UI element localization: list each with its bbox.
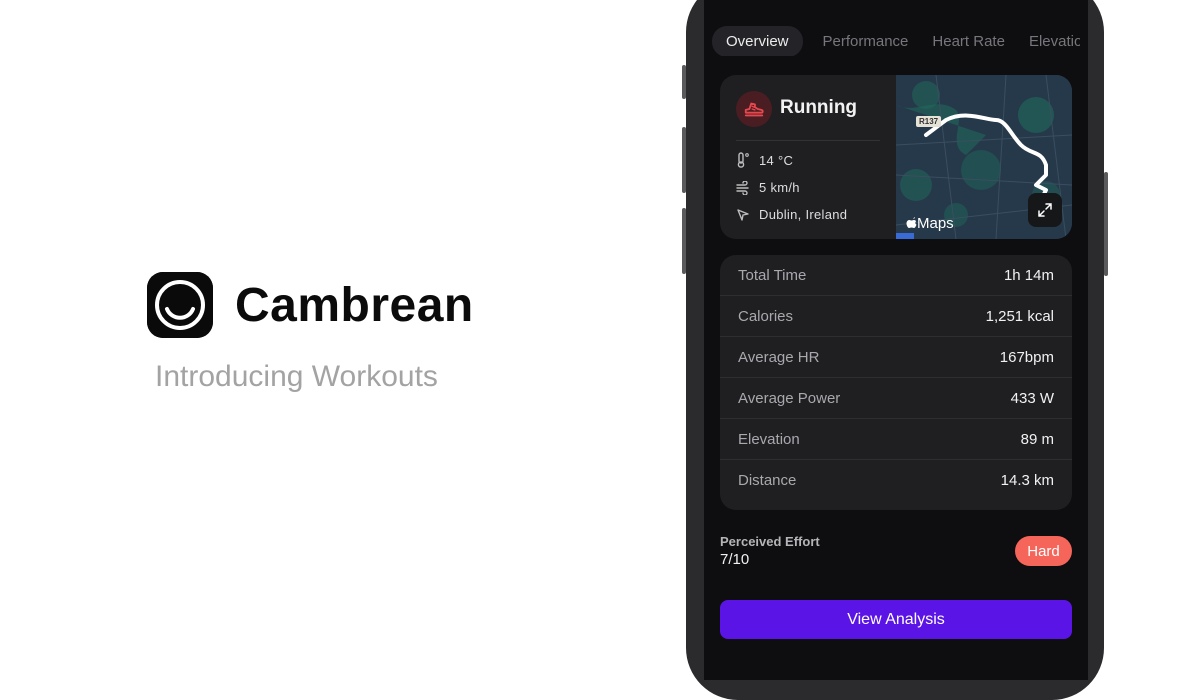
- map-road-sign: R137: [916, 116, 942, 127]
- location-arrow-icon: [737, 208, 749, 221]
- phone-volume-down-button: [682, 208, 686, 274]
- stat-label: Elevation: [738, 430, 800, 448]
- view-analysis-button[interactable]: View Analysis: [720, 600, 1072, 639]
- stat-value: 167bpm: [999, 348, 1054, 366]
- phone-volume-up-button: [682, 127, 686, 193]
- wind-row: 5 km/h: [736, 180, 800, 195]
- maps-label: Maps: [917, 215, 954, 232]
- expand-icon: [1038, 203, 1052, 217]
- stat-value: 1,251 kcal: [985, 307, 1054, 325]
- stat-row-average-power: Average Power 433 W: [720, 378, 1072, 419]
- stat-label: Average HR: [738, 348, 820, 366]
- thermometer-icon: [737, 152, 749, 168]
- stat-row-distance: Distance 14.3 km: [720, 460, 1072, 501]
- workout-stats-card: Total Time 1h 14m Calories 1,251 kcal Av…: [720, 255, 1072, 510]
- tab-performance[interactable]: Performance: [823, 33, 909, 50]
- perceived-effort-title: Perceived Effort: [720, 534, 820, 549]
- perceived-effort-value: 7/10: [720, 551, 750, 568]
- stat-label: Average Power: [738, 389, 841, 407]
- wind-value: 5 km/h: [759, 180, 800, 195]
- wind-icon: [736, 180, 749, 195]
- tab-heart-rate[interactable]: Heart Rate: [932, 33, 1005, 50]
- activity-title: Running: [780, 97, 858, 118]
- route-map[interactable]: R137 Maps: [896, 75, 1072, 239]
- stat-label: Calories: [738, 307, 794, 325]
- cambrean-logo: [147, 272, 213, 338]
- maps-attribution: Maps: [906, 215, 954, 232]
- location-row: Dublin, Ireland: [736, 207, 847, 222]
- stat-row-average-hr: Average HR 167bpm: [720, 337, 1072, 378]
- stat-label: Distance: [738, 472, 797, 489]
- activity-card[interactable]: Running 14 °C 5 km/h Dublin, Ireland R13…: [720, 75, 1072, 239]
- brand-name: Cambrean: [235, 278, 474, 332]
- stat-value: 433 W: [1010, 389, 1054, 407]
- temperature-row: 14 °C: [736, 152, 793, 168]
- effort-badge: Hard: [1015, 536, 1072, 566]
- temperature-value: 14 °C: [759, 152, 794, 168]
- apple-logo-icon: [906, 217, 917, 228]
- brand-lockup: Cambrean: [147, 272, 474, 338]
- phone-action-button: [682, 65, 686, 99]
- phone-power-button: [1104, 172, 1108, 276]
- tab-elevation[interactable]: Elevation: [1029, 33, 1080, 50]
- tab-bar: Overview Performance Heart Rate Elevatio…: [712, 26, 1080, 56]
- logo-mark-icon: [147, 272, 213, 338]
- stat-value: 89 m: [1020, 430, 1054, 448]
- map-expand-button[interactable]: [1028, 193, 1062, 227]
- stat-row-elevation: Elevation 89 m: [720, 419, 1072, 460]
- activity-divider: [736, 140, 880, 141]
- stat-row-calories: Calories 1,251 kcal: [720, 296, 1072, 337]
- stat-row-total-time: Total Time 1h 14m: [720, 255, 1072, 296]
- stat-value: 14.3 km: [1000, 472, 1054, 489]
- stat-value: 1h 14m: [1003, 266, 1054, 284]
- tagline: Introducing Workouts: [155, 360, 438, 393]
- tab-overview[interactable]: Overview: [712, 26, 803, 56]
- stat-label: Total Time: [738, 266, 807, 284]
- running-shoe-icon: [736, 91, 772, 127]
- location-value: Dublin, Ireland: [759, 207, 848, 222]
